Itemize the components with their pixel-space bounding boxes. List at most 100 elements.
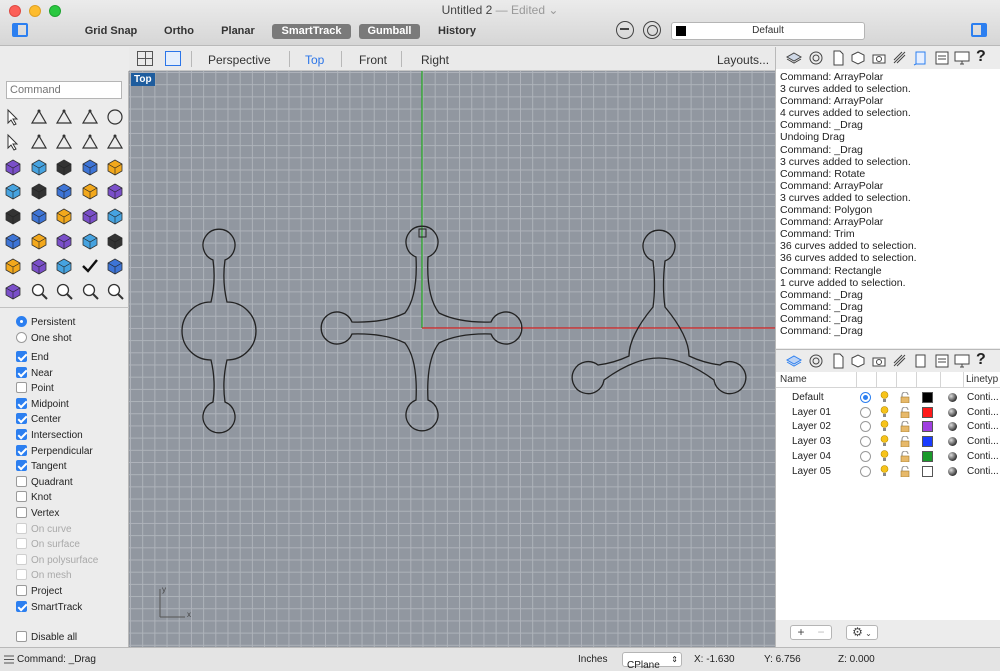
- osnap-end[interactable]: End: [16, 351, 49, 365]
- osnap-vertex[interactable]: Vertex: [16, 507, 59, 521]
- lightbulb-icon[interactable]: [880, 420, 889, 432]
- block-icon[interactable]: [80, 231, 100, 251]
- move-icon[interactable]: [80, 206, 100, 226]
- osnap-project[interactable]: Project: [16, 585, 62, 599]
- dimension-icon[interactable]: [105, 181, 125, 201]
- layer-linetype[interactable]: Conti...: [967, 419, 999, 434]
- polyline-icon[interactable]: [54, 107, 74, 127]
- camera-icon[interactable]: [871, 353, 887, 369]
- render-icon[interactable]: [892, 50, 908, 66]
- list-icon[interactable]: [4, 655, 14, 664]
- four-viewports-icon[interactable]: [137, 51, 153, 66]
- lightbulb-icon[interactable]: [880, 464, 889, 477]
- tab-perspective[interactable]: Perspective: [208, 53, 271, 67]
- rotate-icon[interactable]: [54, 206, 74, 226]
- monitor-icon[interactable]: [954, 353, 970, 369]
- grid-array-icon[interactable]: [3, 256, 23, 276]
- osnap-center[interactable]: Center: [16, 413, 61, 427]
- curve-icon[interactable]: [29, 132, 49, 152]
- zoom-extents-icon[interactable]: [80, 281, 100, 301]
- layouts-button[interactable]: Layouts...: [717, 53, 769, 67]
- unlock-icon[interactable]: [900, 392, 910, 403]
- add-layer-button[interactable]: +: [791, 626, 811, 639]
- select-arrow-icon[interactable]: [3, 107, 23, 127]
- notes-icon[interactable]: [934, 50, 950, 66]
- material-sphere-icon[interactable]: [948, 451, 957, 461]
- document-icon[interactable]: [830, 353, 846, 369]
- current-layer-radio[interactable]: [860, 392, 871, 403]
- remove-layer-button[interactable]: −: [811, 626, 831, 639]
- top-viewport[interactable]: Top y x: [129, 71, 775, 647]
- rectangle-icon[interactable]: [80, 107, 100, 127]
- cut-icon[interactable]: [105, 256, 125, 276]
- display-icon[interactable]: [808, 353, 824, 369]
- left-sidebar-toggle-icon[interactable]: [12, 23, 28, 37]
- gear-tool-icon[interactable]: [29, 181, 49, 201]
- layer-color-swatch[interactable]: [922, 406, 933, 418]
- layer-color-swatch[interactable]: [922, 421, 933, 433]
- osnap-intersection[interactable]: Intersection: [16, 429, 83, 443]
- unlock-icon[interactable]: [900, 436, 910, 448]
- layer-name[interactable]: Layer 05: [792, 464, 831, 479]
- material-sphere-icon[interactable]: [948, 466, 957, 476]
- zoom-icon[interactable]: [105, 281, 125, 301]
- osnap-tangent[interactable]: Tangent: [16, 460, 67, 474]
- gumball-button[interactable]: Gumball: [359, 24, 420, 39]
- array-icon[interactable]: [29, 206, 49, 226]
- osnap-near[interactable]: Near: [16, 366, 53, 381]
- layer-linetype[interactable]: Conti...: [967, 405, 999, 420]
- plane-surface-icon[interactable]: [3, 181, 23, 201]
- camera-icon[interactable]: [871, 50, 887, 66]
- help-icon[interactable]: ?: [976, 351, 992, 368]
- circle-icon[interactable]: [105, 107, 125, 127]
- layer-name[interactable]: Layer 01: [792, 405, 831, 420]
- osnap-disable-all[interactable]: Disable all: [16, 631, 77, 645]
- material-sphere-icon[interactable]: [948, 437, 957, 447]
- layer-row[interactable]: Layer 03 Conti...: [776, 434, 1000, 449]
- polygon-icon[interactable]: [80, 132, 100, 152]
- display-icon[interactable]: [808, 50, 824, 66]
- current-layer-radio[interactable]: [860, 465, 871, 477]
- osnap-point[interactable]: Point: [16, 382, 54, 396]
- document-icon[interactable]: [830, 50, 846, 66]
- unlock-icon[interactable]: [900, 421, 910, 433]
- layer-name[interactable]: Layer 04: [792, 449, 831, 464]
- command-input[interactable]: [6, 81, 122, 99]
- cylinder-icon[interactable]: [105, 157, 125, 177]
- ortho-button[interactable]: Ortho: [155, 24, 203, 39]
- tab-front[interactable]: Front: [359, 53, 387, 67]
- box-solid-icon[interactable]: [54, 157, 74, 177]
- cplane-selector[interactable]: CPlane ⇕: [622, 652, 682, 671]
- layer-color-swatch[interactable]: [922, 436, 933, 448]
- current-layer-radio[interactable]: [860, 406, 871, 418]
- osnap-perpendicular[interactable]: Perpendicular: [16, 444, 93, 459]
- unlock-icon[interactable]: [900, 450, 910, 462]
- layer-name[interactable]: Layer 02: [792, 419, 831, 434]
- column-name[interactable]: Name: [780, 372, 807, 388]
- right-sidebar-toggle-icon[interactable]: [971, 23, 987, 37]
- render-tool-icon[interactable]: [3, 281, 23, 301]
- osnap-smarttrack[interactable]: SmartTrack: [16, 600, 82, 615]
- layer-name[interactable]: Layer 03: [792, 434, 831, 449]
- layer-color-swatch[interactable]: [922, 465, 933, 477]
- layer-color-swatch[interactable]: [922, 392, 933, 403]
- unlock-icon[interactable]: [900, 465, 910, 477]
- align-icon[interactable]: [29, 231, 49, 251]
- zoom-in-icon[interactable]: [29, 281, 49, 301]
- command-history-icon[interactable]: [913, 50, 929, 66]
- chevron-down-icon[interactable]: ⌄: [548, 3, 558, 17]
- command-history-icon[interactable]: [913, 353, 929, 369]
- osnap-knot[interactable]: Knot: [16, 491, 52, 505]
- sphere-icon[interactable]: [80, 157, 100, 177]
- layer-row[interactable]: Layer 02 Conti...: [776, 419, 1000, 434]
- scale-icon[interactable]: [54, 256, 74, 276]
- lightbulb-icon[interactable]: [880, 391, 889, 403]
- layer-linetype[interactable]: Conti...: [967, 390, 999, 405]
- layers-icon[interactable]: [786, 50, 802, 66]
- render-icon[interactable]: [892, 353, 908, 369]
- zoom-window-icon[interactable]: [54, 281, 74, 301]
- lightbulb-icon[interactable]: [880, 435, 889, 447]
- osnap-midpoint[interactable]: Midpoint: [16, 397, 69, 412]
- units-label[interactable]: Inches: [578, 654, 607, 665]
- lightbulb-icon[interactable]: [880, 449, 889, 462]
